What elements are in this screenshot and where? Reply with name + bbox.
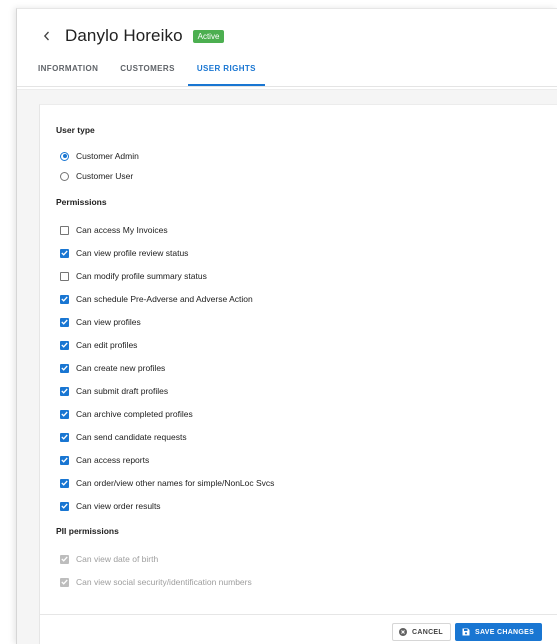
cancel-button-label: CANCEL <box>412 628 443 636</box>
check-icon <box>61 365 68 371</box>
checkbox[interactable] <box>60 225 69 235</box>
page-title: Danylo Horeiko <box>65 26 183 45</box>
permission-create-new-profiles[interactable]: Can create new profiles <box>60 362 165 374</box>
tab-customers[interactable]: CUSTOMERS <box>111 63 184 86</box>
user-type-heading: User type <box>56 125 95 135</box>
permissions-heading: Permissions <box>56 197 107 207</box>
checkbox-label: Can view date of birth <box>76 554 159 564</box>
check-icon <box>61 457 68 463</box>
check-icon <box>61 388 68 394</box>
checkbox-disabled <box>60 577 69 587</box>
checkbox-label: Can create new profiles <box>76 363 166 373</box>
content-area: User type Customer Admin Customer User P… <box>17 89 557 644</box>
radio-label: Customer User <box>76 171 134 181</box>
check-icon <box>61 411 68 417</box>
permission-modify-profile-summary-status[interactable]: Can modify profile summary status <box>60 270 207 282</box>
check-icon <box>61 579 68 585</box>
page-header: Danylo Horeiko Active <box>17 9 557 63</box>
save-icon <box>462 628 470 636</box>
checkbox-label: Can send candidate requests <box>76 432 187 442</box>
checkbox-checked[interactable] <box>60 501 69 511</box>
checkbox-label: Can view profiles <box>76 317 141 327</box>
checkbox-label: Can access reports <box>76 455 150 465</box>
permission-view-order-results[interactable]: Can view order results <box>60 500 161 512</box>
pii-view-ssn: Can view social security/identification … <box>60 576 252 588</box>
checkbox-disabled <box>60 554 69 564</box>
check-icon <box>61 556 68 562</box>
footer-divider <box>40 614 557 615</box>
permission-submit-draft-profiles[interactable]: Can submit draft profiles <box>60 385 168 397</box>
tab-bar: INFORMATION CUSTOMERS USER RIGHTS <box>17 63 557 87</box>
user-details-panel: Danylo Horeiko Active INFORMATION CUSTOM… <box>16 8 557 644</box>
radio-button[interactable] <box>60 171 69 181</box>
check-icon <box>61 480 68 486</box>
permission-send-candidate-requests[interactable]: Can send candidate requests <box>60 431 187 443</box>
checkbox-label: Can order/view other names for simple/No… <box>76 478 275 488</box>
checkbox-label: Can view social security/identification … <box>76 577 252 587</box>
checkbox-checked[interactable] <box>60 409 69 419</box>
save-button-label: SAVE CHANGES <box>475 628 535 636</box>
checkbox-label: Can edit profiles <box>76 340 138 350</box>
check-icon <box>61 296 68 302</box>
radio-customer-admin[interactable]: Customer Admin <box>60 150 139 162</box>
permission-access-reports[interactable]: Can access reports <box>60 454 149 466</box>
permission-access-my-invoices[interactable]: Can access My Invoices <box>60 224 168 236</box>
checkbox-checked[interactable] <box>60 248 69 258</box>
checkbox-checked[interactable] <box>60 432 69 442</box>
tab-information[interactable]: INFORMATION <box>29 63 107 86</box>
checkbox-label: Can modify profile summary status <box>76 271 207 281</box>
permission-schedule-adverse-action[interactable]: Can schedule Pre-Adverse and Adverse Act… <box>60 293 253 305</box>
checkbox-checked[interactable] <box>60 294 69 304</box>
permission-edit-profiles[interactable]: Can edit profiles <box>60 339 137 351</box>
permission-order-view-other-names[interactable]: Can order/view other names for simple/No… <box>60 477 274 489</box>
checkbox[interactable] <box>60 271 69 281</box>
save-changes-button[interactable]: SAVE CHANGES <box>455 623 543 641</box>
checkbox-label: Can schedule Pre-Adverse and Adverse Act… <box>76 294 253 304</box>
pii-view-date-of-birth: Can view date of birth <box>60 553 158 565</box>
checkbox-checked[interactable] <box>60 363 69 373</box>
checkbox-checked[interactable] <box>60 386 69 396</box>
chevron-left-icon[interactable] <box>39 29 53 43</box>
check-icon <box>61 319 68 325</box>
radio-customer-user[interactable]: Customer User <box>60 170 133 182</box>
cancel-circle-icon <box>399 628 407 636</box>
tab-user-rights[interactable]: USER RIGHTS <box>187 63 265 86</box>
checkbox-checked[interactable] <box>60 478 69 488</box>
checkbox-label: Can submit draft profiles <box>76 386 169 396</box>
checkbox-label: Can archive completed profiles <box>76 409 193 419</box>
permission-archive-completed-profiles[interactable]: Can archive completed profiles <box>60 408 193 420</box>
checkbox-checked[interactable] <box>60 317 69 327</box>
radio-button-selected[interactable] <box>60 151 69 161</box>
check-icon <box>61 503 68 509</box>
check-icon <box>61 250 68 256</box>
permission-view-profile-review-status[interactable]: Can view profile review status <box>60 247 188 259</box>
checkbox-label: Can view order results <box>76 501 161 511</box>
cancel-button[interactable]: CANCEL <box>392 623 451 641</box>
user-rights-card: User type Customer Admin Customer User P… <box>39 104 557 644</box>
checkbox-checked[interactable] <box>60 455 69 465</box>
check-icon <box>61 434 68 440</box>
pii-permissions-heading: PII permissions <box>56 526 119 536</box>
permission-view-profiles[interactable]: Can view profiles <box>60 316 141 328</box>
checkbox-label: Can access My Invoices <box>76 225 168 235</box>
radio-label: Customer Admin <box>76 151 139 161</box>
checkbox-label: Can view profile review status <box>76 248 189 258</box>
checkbox-checked[interactable] <box>60 340 69 350</box>
check-icon <box>61 342 68 348</box>
status-badge: Active <box>192 29 225 43</box>
